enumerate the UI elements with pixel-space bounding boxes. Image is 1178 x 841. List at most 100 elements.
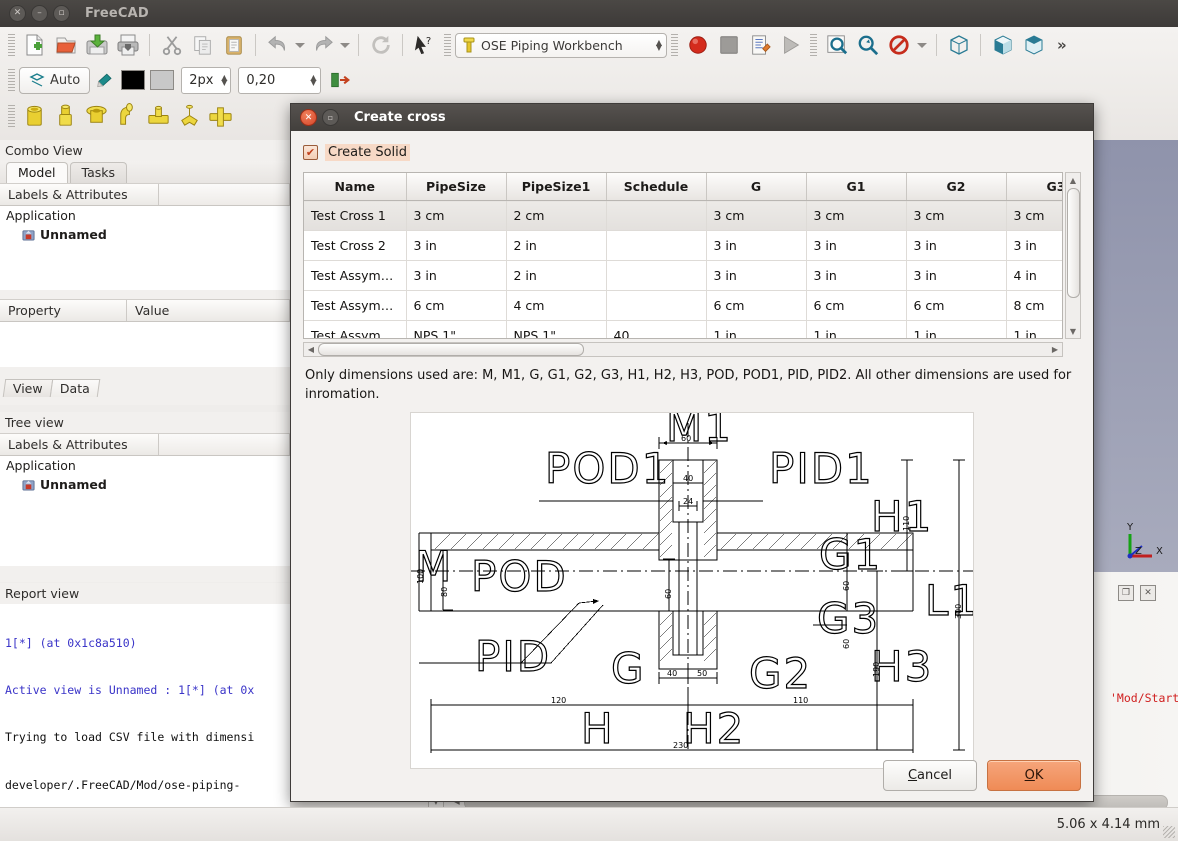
column-header-g1[interactable]: G1 bbox=[806, 173, 907, 201]
scroll-down-arrow-icon[interactable]: ▼ bbox=[1070, 324, 1076, 338]
fit-selection-icon[interactable] bbox=[852, 30, 883, 61]
undo-arrow-icon[interactable] bbox=[262, 30, 293, 61]
line-width-input[interactable]: 2px ▲ ▼ bbox=[181, 66, 232, 94]
coupling-icon[interactable] bbox=[50, 101, 81, 132]
front-view-icon[interactable] bbox=[987, 30, 1018, 61]
print-icon[interactable] bbox=[112, 30, 143, 61]
draft-toolbar-grip[interactable] bbox=[8, 69, 15, 91]
elbow-icon[interactable] bbox=[112, 101, 143, 132]
macro-execute-icon[interactable] bbox=[775, 30, 806, 61]
open-folder-icon[interactable] bbox=[50, 30, 81, 61]
tab-view[interactable]: View bbox=[2, 379, 53, 397]
model-tree[interactable]: Application Unnamed bbox=[0, 206, 290, 290]
property-editor-body[interactable] bbox=[0, 322, 290, 367]
column-header-pipesize[interactable]: PipeSize bbox=[406, 173, 507, 201]
tab-model[interactable]: Model bbox=[6, 162, 68, 183]
cut-scissors-icon[interactable] bbox=[156, 30, 187, 61]
undo-dropdown-icon[interactable] bbox=[293, 30, 307, 61]
draw-style-no-icon[interactable] bbox=[883, 30, 914, 61]
restore-icon[interactable]: ❐ bbox=[1118, 585, 1134, 601]
tree-view-labels-attributes-header[interactable]: Labels & Attributes bbox=[0, 434, 159, 455]
column-header-schedule[interactable]: Schedule bbox=[606, 173, 707, 201]
cross-icon[interactable] bbox=[205, 101, 236, 132]
redo-dropdown-icon[interactable] bbox=[338, 30, 352, 61]
close-icon[interactable]: ✕ bbox=[1140, 585, 1156, 601]
piping-toolbar-grip[interactable] bbox=[8, 105, 15, 127]
new-document-icon[interactable] bbox=[19, 30, 50, 61]
scroll-up-arrow-icon[interactable]: ▲ bbox=[1070, 173, 1076, 187]
resize-grip-icon[interactable] bbox=[1163, 826, 1175, 838]
whats-this-icon[interactable]: ? bbox=[409, 30, 440, 61]
tree-view-root-application[interactable]: Application bbox=[0, 456, 290, 475]
vertical-scrollbar-thumb[interactable] bbox=[1066, 188, 1080, 298]
column-header-g[interactable]: G bbox=[706, 173, 807, 201]
view-toolbar-grip[interactable] bbox=[810, 34, 817, 56]
create-solid-row[interactable]: ✔ Create Solid bbox=[303, 144, 1081, 161]
toolbar-overflow-button[interactable]: » bbox=[1057, 36, 1067, 54]
macro-stop-icon[interactable] bbox=[713, 30, 744, 61]
table-row[interactable]: Test Assym… 3 in 2 in 3 in 3 in 3 in 4 i… bbox=[304, 260, 1062, 291]
tab-data[interactable]: Data bbox=[49, 379, 100, 397]
tee-icon[interactable] bbox=[143, 101, 174, 132]
workbench-selector-spinner[interactable]: ▲ ▼ bbox=[656, 39, 662, 52]
cancel-button[interactable]: Cancel bbox=[883, 760, 977, 791]
table-row[interactable]: Test Cross 2 3 in 2 in 3 in 3 in 3 in 3 … bbox=[304, 230, 1062, 261]
table-row[interactable]: Test Assym… NPS 1" NPS 1" 40 1 in 1 in 1… bbox=[304, 320, 1062, 338]
horizontal-scrollbar-thumb[interactable] bbox=[318, 343, 584, 356]
macro-edit-icon[interactable] bbox=[744, 30, 775, 61]
tree-item-unnamed[interactable]: Unnamed bbox=[0, 225, 290, 244]
window-minimize-icon[interactable]: – bbox=[31, 5, 48, 22]
column-header-g2[interactable]: G2 bbox=[906, 173, 1007, 201]
cross-dimensions-table[interactable]: Name PipeSize PipeSize1 Schedule G G1 G2… bbox=[303, 172, 1063, 339]
ok-button[interactable]: OK bbox=[987, 760, 1081, 791]
dialog-maximize-icon[interactable]: ▫ bbox=[322, 109, 339, 126]
fit-all-icon[interactable] bbox=[821, 30, 852, 61]
font-size-spinner[interactable]: ▲ ▼ bbox=[310, 74, 316, 87]
labels-attributes-header[interactable]: Labels & Attributes bbox=[0, 184, 159, 205]
column-header-name[interactable]: Name bbox=[304, 173, 407, 201]
workbench-toolbar-grip[interactable] bbox=[444, 34, 451, 56]
refresh-icon[interactable] bbox=[365, 30, 396, 61]
working-plane-button[interactable]: Auto bbox=[19, 66, 91, 94]
dim-110: 110 bbox=[902, 516, 911, 531]
draw-style-dropdown-icon[interactable] bbox=[914, 30, 930, 61]
property-column-header[interactable]: Property bbox=[0, 300, 127, 321]
bushing-icon[interactable] bbox=[81, 101, 112, 132]
table-horizontal-scrollbar[interactable]: ◀ ▶ bbox=[303, 342, 1063, 357]
tree-view-body[interactable]: Application Unnamed bbox=[0, 456, 290, 566]
scroll-left-arrow-icon[interactable]: ◀ bbox=[304, 345, 318, 354]
macro-toolbar-grip[interactable] bbox=[671, 34, 678, 56]
tab-tasks[interactable]: Tasks bbox=[69, 162, 128, 183]
column-header-pipesize1[interactable]: PipeSize1 bbox=[506, 173, 607, 201]
window-maximize-icon[interactable]: ▫ bbox=[53, 5, 70, 22]
face-color-swatch[interactable] bbox=[150, 70, 175, 90]
line-width-spinner[interactable]: ▲ ▼ bbox=[221, 74, 227, 87]
save-icon[interactable] bbox=[81, 30, 112, 61]
toolbar-grip[interactable] bbox=[8, 34, 15, 56]
line-color-icon[interactable] bbox=[90, 65, 121, 96]
dialog-close-icon[interactable]: ✕ bbox=[300, 109, 317, 126]
workbench-selector[interactable]: OSE Piping Workbench ▲ ▼ bbox=[455, 32, 667, 58]
font-size-input[interactable]: 0,20 ▲ ▼ bbox=[238, 66, 321, 94]
report-view-body[interactable]: 1[*] (at 0x1c8a510) Active view is Unnam… bbox=[0, 604, 290, 809]
create-solid-checkbox[interactable]: ✔ bbox=[303, 145, 318, 160]
isometric-view-icon[interactable] bbox=[1018, 30, 1049, 61]
tree-root-application[interactable]: Application bbox=[0, 206, 290, 225]
table-row[interactable]: Test Assym… 6 cm 4 cm 6 cm 6 cm 6 cm 8 c… bbox=[304, 290, 1062, 321]
macro-record-icon[interactable] bbox=[682, 30, 713, 61]
tree-view-item-unnamed[interactable]: Unnamed bbox=[0, 475, 290, 494]
outer-corner-icon[interactable] bbox=[174, 101, 205, 132]
paste-icon[interactable] bbox=[218, 30, 249, 61]
value-column-header[interactable]: Value bbox=[127, 300, 290, 321]
scroll-right-arrow-icon[interactable]: ▶ bbox=[1048, 345, 1062, 354]
line-color-swatch[interactable] bbox=[121, 70, 146, 90]
axonometric-icon[interactable] bbox=[943, 30, 974, 61]
copy-icon[interactable] bbox=[187, 30, 218, 61]
column-header-g3[interactable]: G3 bbox=[1006, 173, 1062, 201]
pipe-icon[interactable] bbox=[19, 101, 50, 132]
redo-arrow-icon[interactable] bbox=[307, 30, 338, 61]
apply-style-icon[interactable] bbox=[325, 65, 356, 96]
window-close-icon[interactable]: ✕ bbox=[9, 5, 26, 22]
table-vertical-scrollbar[interactable]: ▲ ▼ bbox=[1065, 172, 1081, 339]
table-row[interactable]: Test Cross 1 3 cm 2 cm 3 cm 3 cm 3 cm 3 … bbox=[304, 200, 1062, 231]
